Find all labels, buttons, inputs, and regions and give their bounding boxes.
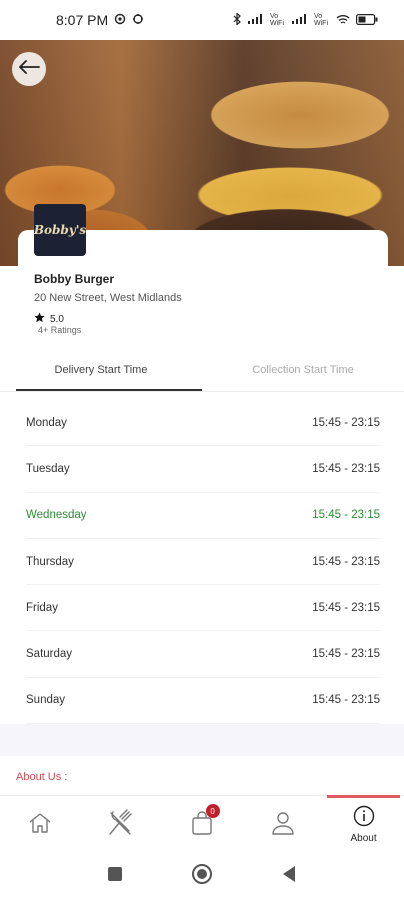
user-icon [271,810,295,839]
day-label: Saturday [26,648,73,661]
nav-menu[interactable] [81,796,162,853]
signal-icon [292,14,308,26]
restaurant-address: 20 New Street, West Midlands [34,292,182,304]
time-range: 15:45 - 23:15 [312,509,380,522]
home-button[interactable] [191,863,213,890]
home-icon [27,811,53,838]
list-item: Thursday 15:45 - 23:15 [26,539,380,586]
status-time: 8:07 PM [56,12,109,28]
system-nav-bar [0,853,404,900]
nav-cart[interactable]: 0 [162,796,243,853]
list-item: Sunday 15:45 - 23:15 [26,678,380,725]
tab-delivery-start-time[interactable]: Delivery Start Time [0,348,202,391]
list-item: Saturday 15:45 - 23:15 [26,631,380,678]
time-range: 15:45 - 23:15 [312,694,380,707]
restaurant-name: Bobby Burger [34,272,115,286]
list-item: Tuesday 15:45 - 23:15 [26,446,380,493]
back-nav-button[interactable] [281,865,297,888]
ratings-count: 4+ Ratings [38,325,82,335]
tab-label: Delivery Start Time [54,363,148,376]
time-range: 15:45 - 23:15 [312,648,380,661]
tab-label: Collection Start Time [252,363,354,376]
list-item: Friday 15:45 - 23:15 [26,585,380,632]
day-label: Friday [26,601,58,614]
signal-icon [248,14,264,26]
notification-icon [132,12,144,28]
logo-text: Bobby's [33,222,87,237]
status-bar: 8:07 PM Vo WiFi Vo WiFi [0,0,404,40]
time-range: 15:45 - 23:15 [312,462,380,475]
day-label: Monday [26,416,67,429]
restaurant-logo: Bobby's [34,204,86,256]
recent-apps-button[interactable] [107,866,123,887]
rating-value: 5.0 [50,313,64,325]
section-divider [0,724,404,756]
wifi-icon [336,14,350,27]
carrier-label: Vo WiFi [270,13,284,27]
day-label: Tuesday [26,462,70,475]
day-label: Sunday [26,694,66,707]
nav-about[interactable]: About [323,795,404,853]
bluetooth-icon [232,12,242,27]
rating: 5.0 [34,312,64,326]
day-label: Thursday [26,555,74,568]
hours-tabs: Delivery Start Time Collection Start Tim… [0,348,404,392]
list-item: Monday 15:45 - 23:15 [26,400,380,447]
whatsapp-icon [114,12,126,28]
nav-about-label: About [350,833,377,844]
list-item-today: Wednesday 15:45 - 23:15 [26,493,380,539]
nav-home[interactable] [0,796,81,853]
cart-count-badge: 0 [205,804,220,818]
info-icon [353,805,375,830]
back-arrow-icon [18,59,40,79]
battery-icon [356,13,378,27]
time-range: 15:45 - 23:15 [312,416,380,429]
opening-hours-list: Monday 15:45 - 23:15 Tuesday 15:45 - 23:… [0,400,404,725]
time-range: 15:45 - 23:15 [312,555,380,568]
carrier-label: Vo WiFi [314,13,328,27]
fork-knife-icon [107,809,135,840]
about-us-heading: About Us : [16,771,68,783]
nav-profile[interactable] [242,796,323,853]
time-range: 15:45 - 23:15 [312,601,380,614]
day-label: Wednesday [26,509,87,522]
tab-collection-start-time[interactable]: Collection Start Time [202,348,404,391]
bottom-nav: 0 About [0,795,404,853]
star-icon [34,312,45,326]
back-button[interactable] [12,52,46,86]
